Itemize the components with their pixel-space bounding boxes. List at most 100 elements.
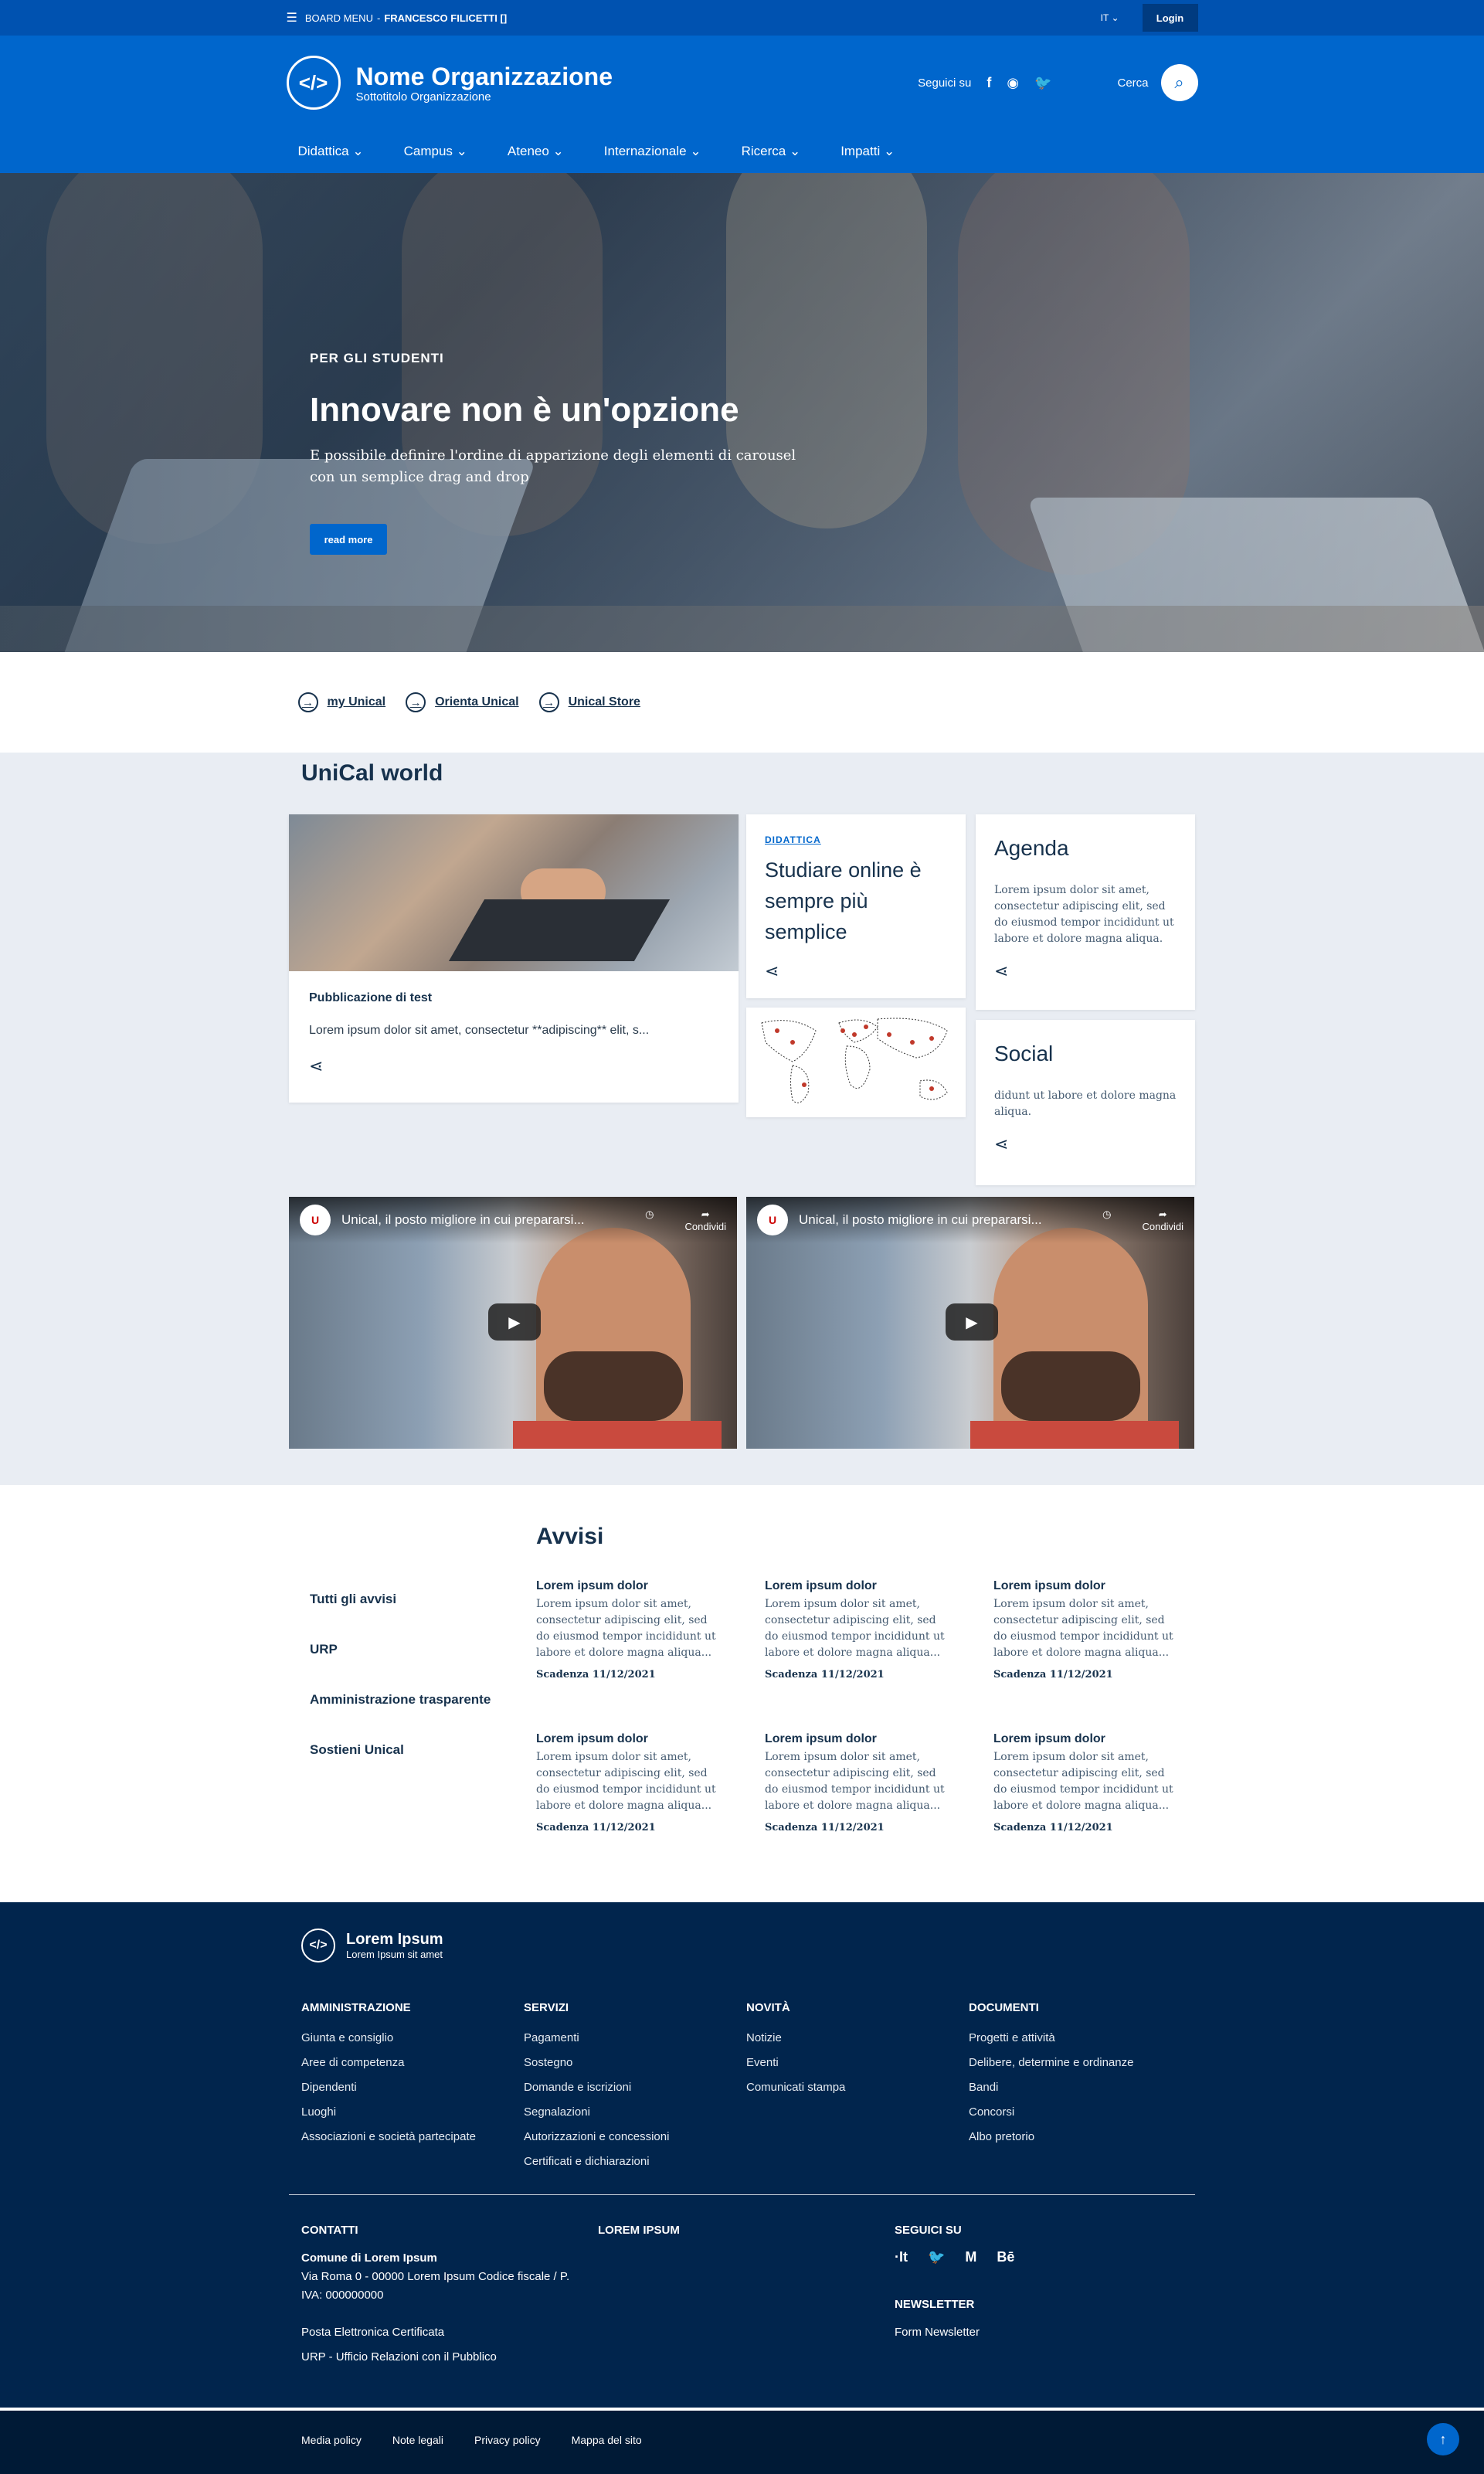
language-label: IT (1100, 12, 1109, 23)
footer-link[interactable]: Sostegno (524, 2056, 725, 2081)
avviso-item[interactable]: Lorem ipsum dolor Lorem ipsum dolor sit … (536, 1732, 722, 1833)
pec-link[interactable]: Posta Elettronica Certificata (301, 2323, 579, 2342)
avviso-item[interactable]: Lorem ipsum dolor Lorem ipsum dolor sit … (765, 1732, 950, 1833)
search-icon: ⌕ (1174, 73, 1184, 92)
twitter-icon[interactable]: 🐦 (1034, 75, 1051, 91)
login-button[interactable]: Login (1142, 4, 1198, 32)
world-section: UniCal world Pubblicazione di test Lorem… (0, 753, 1484, 1485)
share-icon[interactable]: ⋖ (309, 1056, 718, 1076)
watch-later-button[interactable]: ◷ (645, 1208, 654, 1232)
footer-link[interactable]: Dipendenti (301, 2081, 502, 2105)
video-title[interactable]: Unical, il posto migliore in cui prepara… (341, 1212, 645, 1228)
video-thumbnail-shirt (513, 1421, 722, 1449)
share-icon[interactable]: ⋖ (994, 1134, 1177, 1154)
nav-item-didattica[interactable]: Didattica ⌄ (298, 144, 364, 159)
footer-link[interactable]: Associazioni e società partecipate (301, 2130, 502, 2155)
designers-italia-icon[interactable]: ·It (895, 2249, 908, 2265)
share-icon[interactable]: ⋖ (994, 961, 1177, 981)
avviso-text: Lorem ipsum dolor sit amet, consectetur … (536, 1751, 716, 1812)
avviso-item[interactable]: Lorem ipsum dolor Lorem ipsum dolor sit … (993, 1732, 1179, 1833)
behance-icon[interactable]: Bē (997, 2249, 1014, 2265)
urp-link[interactable]: URP - Ufficio Relazioni con il Pubblico (301, 2348, 579, 2367)
facebook-icon[interactable]: f (987, 75, 991, 91)
section-title: Avvisi (536, 1524, 604, 1549)
footer-link[interactable]: Progetti e attività (969, 2031, 1170, 2056)
quick-link-orienta-unical[interactable]: → Orienta Unical (406, 692, 519, 712)
brand[interactable]: </> Nome Organizzazione Sottotitolo Orga… (286, 56, 613, 110)
footer-link[interactable]: Eventi (746, 2056, 947, 2081)
code-logo-icon: </> (301, 1929, 335, 1963)
read-more-button[interactable]: read more (310, 524, 387, 555)
chevron-down-icon: ⌄ (352, 144, 364, 158)
avvisi-menu-item[interactable]: Sostieni Unical (310, 1742, 491, 1793)
language-selector[interactable]: IT ⌄ (1101, 12, 1119, 23)
footer-link[interactable]: Luoghi (301, 2105, 502, 2130)
avvisi-menu-item[interactable]: URP (310, 1642, 491, 1692)
avviso-item[interactable]: Lorem ipsum dolor Lorem ipsum dolor sit … (993, 1579, 1179, 1680)
channel-logo-icon[interactable]: U (757, 1205, 788, 1235)
video-player[interactable]: U Unical, il posto migliore in cui prepa… (746, 1197, 1194, 1449)
avvisi-menu-item[interactable]: Tutti gli avvisi (310, 1592, 491, 1642)
github-icon[interactable]: ◉ (1007, 75, 1019, 91)
board-menu[interactable]: ☰ BOARD MENU - FRANCESCO FILICETTI [] (287, 10, 508, 25)
nav-item-ateneo[interactable]: Ateneo ⌄ (508, 144, 564, 159)
share-label: Condividi (1142, 1220, 1183, 1232)
footer-link[interactable]: Delibere, determine e ordinanze (969, 2056, 1170, 2081)
main-nav: Didattica ⌄ Campus ⌄ Ateneo ⌄ Internazio… (287, 130, 1198, 173)
footer-link[interactable]: Pagamenti (524, 2031, 725, 2056)
newsletter-link[interactable]: Form Newsletter (895, 2323, 1014, 2342)
play-button[interactable]: ▶ (488, 1303, 541, 1341)
avviso-item[interactable]: Lorem ipsum dolor Lorem ipsum dolor sit … (765, 1579, 950, 1680)
video-title[interactable]: Unical, il posto migliore in cui prepara… (799, 1212, 1102, 1228)
watch-later-button[interactable]: ◷ (1102, 1208, 1111, 1232)
world-map-image (761, 1018, 948, 1103)
share-video-button[interactable]: ➦ Condividi (685, 1208, 726, 1232)
bottom-link[interactable]: Note legali (392, 2434, 443, 2446)
quick-link-my-unical[interactable]: → my Unical (297, 692, 385, 712)
footer-link[interactable]: Comunicati stampa (746, 2081, 947, 2105)
footer-col-documenti: DOCUMENTI Progetti e attività Delibere, … (969, 2001, 1170, 2155)
avviso-item[interactable]: Lorem ipsum dolor Lorem ipsum dolor sit … (536, 1579, 722, 1680)
footer-link[interactable]: Domande e iscrizioni (524, 2081, 725, 2105)
back-to-top-button[interactable]: ↑ (1427, 2423, 1459, 2455)
user-name: FRANCESCO FILICETTI [] (384, 12, 508, 24)
nav-item-impatti[interactable]: Impatti ⌄ (840, 144, 895, 159)
search-button[interactable]: ⌕ (1160, 64, 1198, 101)
card-text: Lorem ipsum dolor sit amet, consectetur … (309, 1024, 650, 1037)
footer-brand[interactable]: </> Lorem Ipsum Lorem Ipsum sit amet (301, 1929, 443, 1963)
footer-link[interactable]: Giunta e consiglio (301, 2031, 502, 2056)
footer-link[interactable]: Notizie (746, 2031, 947, 2056)
avvisi-section: Avvisi Tutti gli avvisi URP Amministrazi… (0, 1485, 1484, 1902)
publication-card[interactable]: Pubblicazione di test Lorem ipsum dolor … (289, 814, 739, 1103)
footer-col-amministrazione: AMMINISTRAZIONE Giunta e consiglio Aree … (301, 2001, 502, 2155)
medium-icon[interactable]: M (965, 2249, 976, 2265)
footer-link[interactable]: Certificati e dichiarazioni (524, 2155, 725, 2180)
didattica-card[interactable]: DIDATTICA Studiare online è sempre più s… (746, 814, 966, 998)
social-card[interactable]: Social didunt ut labore et dolore magna … (976, 1020, 1195, 1185)
footer-link[interactable]: Segnalazioni (524, 2105, 725, 2130)
channel-logo-icon[interactable]: U (300, 1205, 331, 1235)
play-button[interactable]: ▶ (946, 1303, 998, 1341)
nav-item-internazionale[interactable]: Internazionale ⌄ (604, 144, 701, 159)
footer-link[interactable]: Concorsi (969, 2105, 1170, 2130)
card-category[interactable]: DIDATTICA (765, 834, 947, 845)
avvisi-menu-item[interactable]: Amministrazione trasparente (310, 1692, 491, 1742)
contacts-address: Via Roma 0 - 00000 Lorem Ipsum Codice fi… (301, 2270, 570, 2302)
bottom-link[interactable]: Mappa del sito (572, 2434, 642, 2446)
quick-link-unical-store[interactable]: → Unical Store (538, 692, 640, 712)
world-map-card[interactable] (746, 1008, 966, 1117)
footer-link[interactable]: Bandi (969, 2081, 1170, 2105)
hamburger-icon[interactable]: ☰ (287, 10, 297, 25)
footer-link[interactable]: Aree di competenza (301, 2056, 502, 2081)
share-icon[interactable]: ⋖ (765, 961, 947, 981)
footer-link[interactable]: Albo pretorio (969, 2130, 1170, 2155)
bottom-link[interactable]: Privacy policy (474, 2434, 541, 2446)
twitter-icon[interactable]: 🐦 (928, 2249, 945, 2265)
nav-item-campus[interactable]: Campus ⌄ (404, 144, 467, 159)
share-video-button[interactable]: ➦ Condividi (1143, 1208, 1183, 1232)
nav-item-ricerca[interactable]: Ricerca ⌄ (742, 144, 801, 159)
agenda-card[interactable]: Agenda Lorem ipsum dolor sit amet, conse… (976, 814, 1195, 1010)
video-player[interactable]: U Unical, il posto migliore in cui prepa… (289, 1197, 737, 1449)
footer-link[interactable]: Autorizzazioni e concessioni (524, 2130, 725, 2155)
bottom-link[interactable]: Media policy (301, 2434, 362, 2446)
